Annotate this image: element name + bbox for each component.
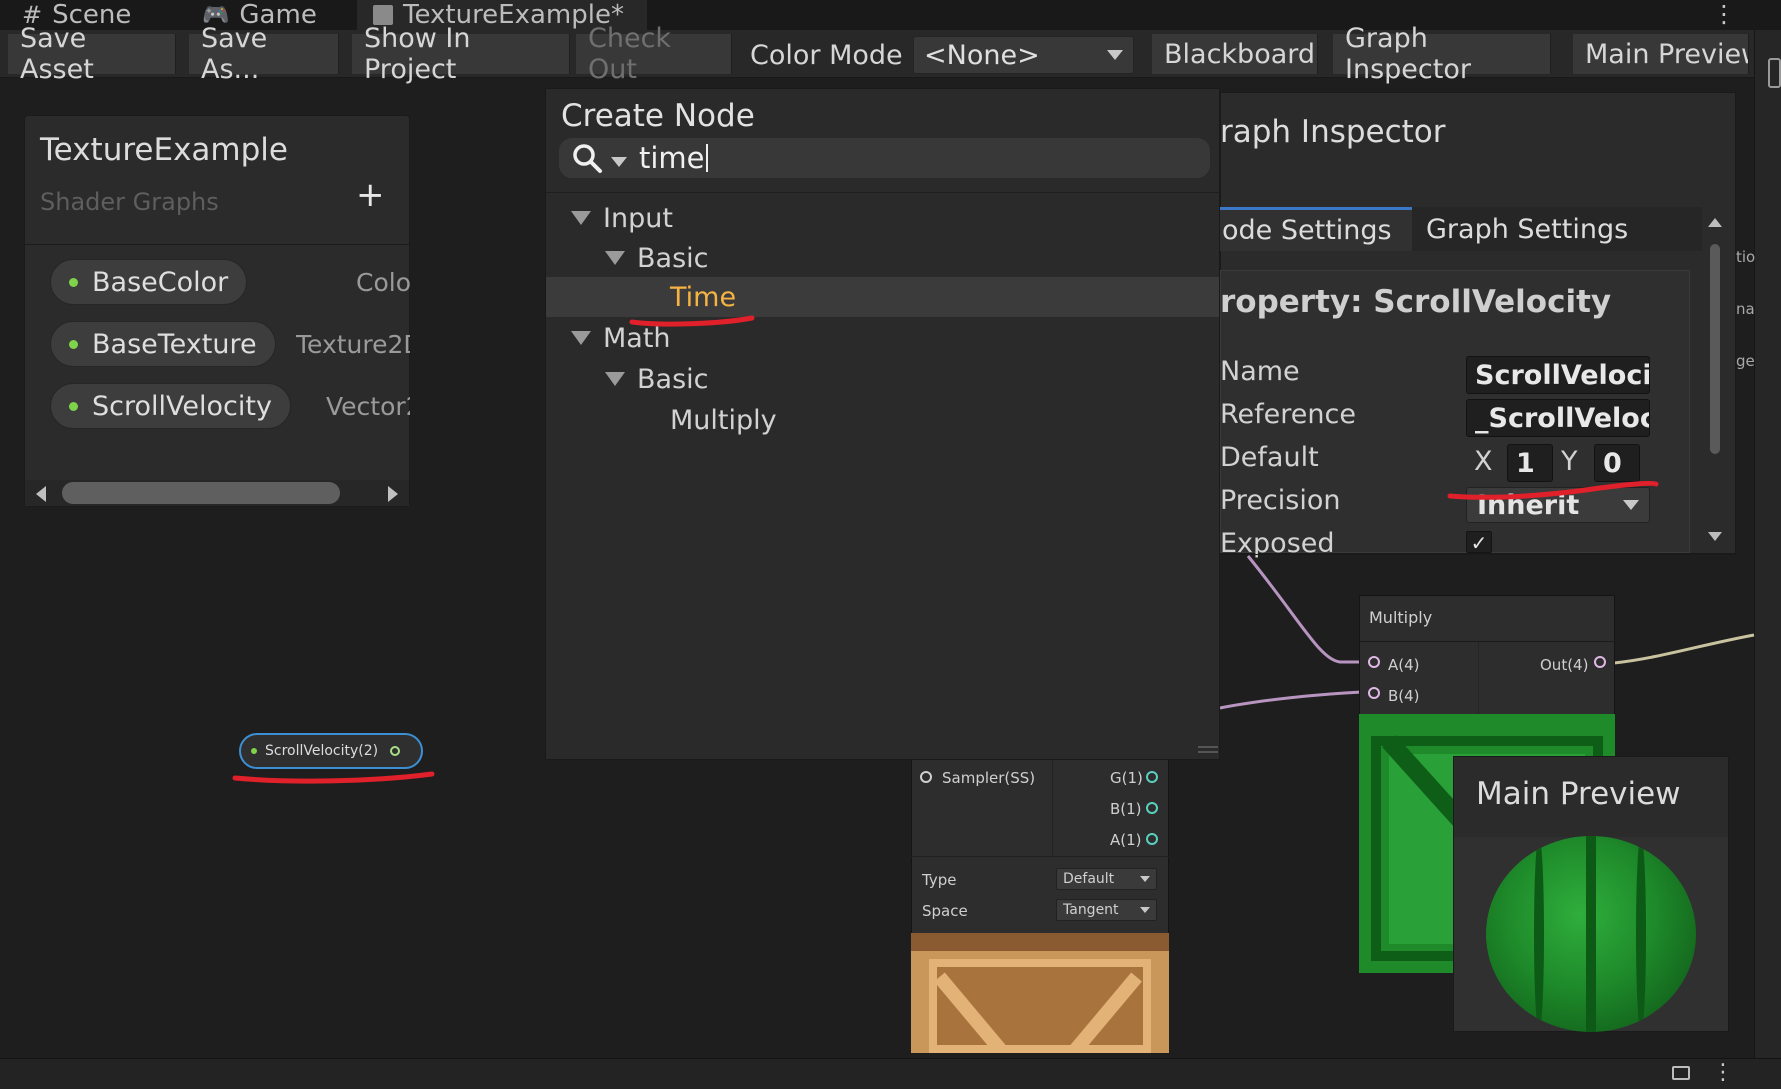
annotation-overlay [232, 315, 1659, 784]
status-bar [0, 1058, 1781, 1089]
lock-icon[interactable] [1672, 1066, 1690, 1080]
kebab-menu-icon[interactable]: ⋮ [1712, 1060, 1734, 1085]
